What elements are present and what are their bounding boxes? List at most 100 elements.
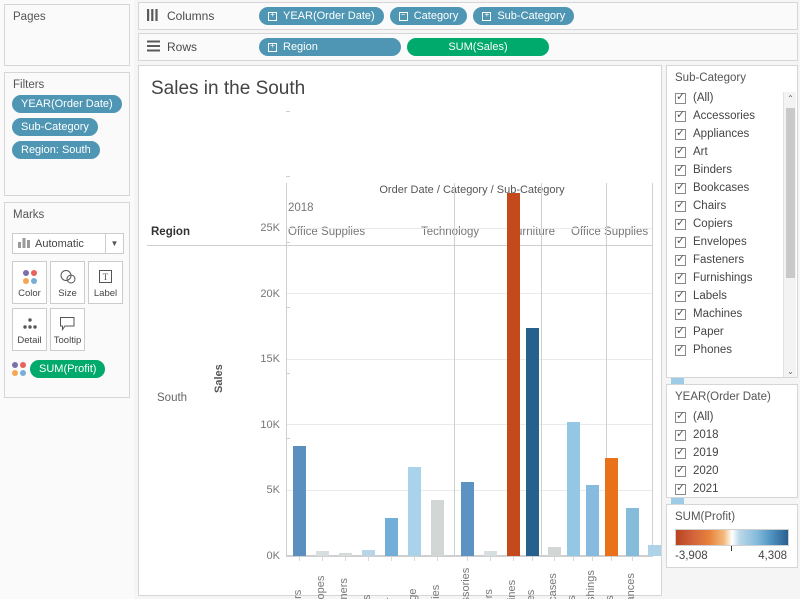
checkbox-label: Machines	[693, 308, 742, 320]
checkbox-row-all[interactable]: (All)	[667, 89, 797, 107]
checkbox-row-appliances[interactable]: Appliances	[667, 125, 797, 143]
marks-type-dropdown[interactable]: Automatic ▼	[12, 233, 124, 254]
bar-art-2019[interactable]	[648, 545, 661, 556]
checkbox-icon[interactable]	[675, 147, 686, 158]
detail-dots-icon	[21, 314, 39, 334]
checkbox-icon[interactable]	[675, 255, 686, 266]
checkbox-icon[interactable]	[675, 412, 686, 423]
region-column-header: Region	[151, 226, 190, 238]
marks-color-button[interactable]: Color	[12, 261, 47, 304]
checkbox-icon[interactable]	[675, 345, 686, 356]
visualization-pane: Sales in the South Order Date / Category…	[138, 65, 662, 596]
checkbox-row-binders[interactable]: Binders	[667, 161, 797, 179]
checkbox-icon[interactable]	[675, 466, 686, 477]
checkbox-row-chairs[interactable]: Chairs	[667, 197, 797, 215]
filter-pill-subcategory[interactable]: Sub-Category	[12, 118, 98, 136]
chevron-down-icon[interactable]: ▼	[105, 234, 123, 253]
bar-paper-2018[interactable]	[385, 518, 398, 556]
checkbox-icon[interactable]	[675, 183, 686, 194]
checkbox-row-bookcases[interactable]: Bookcases	[667, 179, 797, 197]
filter-pill-year[interactable]: YEAR(Order Date)	[12, 95, 122, 113]
column-pill-sub-category[interactable]: +Sub-Category	[473, 7, 574, 25]
row-pill-region[interactable]: +Region	[259, 38, 401, 56]
checkbox-row-year-2019[interactable]: 2019	[667, 444, 797, 462]
scroll-up-icon[interactable]: ⌃	[784, 92, 797, 105]
profit-color-gradient[interactable]	[675, 529, 789, 546]
bar-furnishings-2018[interactable]	[586, 485, 599, 556]
checkbox-label: 2019	[693, 447, 719, 459]
checkbox-label: Envelopes	[693, 236, 747, 248]
gridline-20k	[286, 293, 653, 294]
checkbox-row-furnishings[interactable]: Furnishings	[667, 269, 797, 287]
marks-pill-sum-profit[interactable]: SUM(Profit)	[30, 360, 105, 378]
checkbox-row-year-2021[interactable]: 2021	[667, 480, 797, 498]
checkbox-row-accessories[interactable]: Accessories	[667, 107, 797, 125]
y-tick-25k: 25K	[260, 222, 280, 234]
checkbox-label: Copiers	[693, 218, 733, 230]
y-axis-tick-labels: 0K 5K 10K 15K 20K 25K	[222, 183, 280, 563]
checkbox-label: (All)	[693, 92, 713, 104]
y-tickmark	[286, 111, 290, 112]
checkbox-icon[interactable]	[675, 201, 686, 212]
checkbox-row-year-2018[interactable]: 2018	[667, 426, 797, 444]
bar-appliances-2019[interactable]	[626, 508, 639, 556]
marks-tooltip-button[interactable]: Tooltip	[50, 308, 85, 351]
checkbox-icon[interactable]	[675, 237, 686, 248]
bar-chairs-2018[interactable]	[567, 422, 580, 556]
bar-machines-2018[interactable]	[507, 193, 520, 556]
column-pill-category[interactable]: −Category	[390, 7, 468, 25]
checkbox-icon[interactable]	[675, 484, 686, 495]
checkbox-icon[interactable]	[675, 129, 686, 140]
checkbox-icon[interactable]	[675, 219, 686, 230]
checkbox-icon[interactable]	[675, 309, 686, 320]
checkbox-row-phones[interactable]: Phones	[667, 341, 797, 359]
bar-storage-2018[interactable]	[408, 467, 421, 556]
bar-accessories-2018[interactable]	[461, 482, 474, 556]
checkbox-row-fasteners[interactable]: Fasteners	[667, 251, 797, 269]
checkbox-row-year-2020[interactable]: 2020	[667, 462, 797, 480]
marks-size-button[interactable]: Size	[50, 261, 85, 304]
checkbox-label: Phones	[693, 344, 732, 356]
subcategory-scrollbar-thumb[interactable]	[786, 108, 795, 278]
marks-label-button[interactable]: T Label	[88, 261, 123, 304]
scroll-down-icon[interactable]: ⌄	[784, 365, 797, 378]
expand-plus-icon[interactable]: +	[268, 43, 277, 52]
bar-tables-2018[interactable]	[605, 458, 618, 556]
checkbox-icon[interactable]	[675, 111, 686, 122]
bar-binders-2018[interactable]	[293, 446, 306, 556]
checkbox-icon[interactable]	[675, 273, 686, 284]
checkbox-icon[interactable]	[675, 327, 686, 338]
expand-plus-icon[interactable]: +	[268, 12, 277, 21]
checkbox-row-machines[interactable]: Machines	[667, 305, 797, 323]
checkbox-icon[interactable]	[675, 291, 686, 302]
region-row-label[interactable]: South	[157, 392, 187, 404]
bar-bookcases-2018[interactable]	[548, 547, 561, 556]
bar-phones-2018[interactable]	[526, 328, 539, 556]
checkbox-row-year-all[interactable]: (All)	[667, 408, 797, 426]
row-pill-sum-sales[interactable]: SUM(Sales)	[407, 38, 549, 56]
checkbox-icon[interactable]	[675, 93, 686, 104]
checkbox-icon[interactable]	[675, 430, 686, 441]
bar-supplies-2018[interactable]	[431, 500, 444, 556]
column-pill-year-order-date[interactable]: +YEAR(Order Date)	[259, 7, 384, 25]
checkbox-row-paper[interactable]: Paper	[667, 323, 797, 341]
rows-shelf[interactable]: Rows +Region SUM(Sales)	[138, 33, 798, 61]
rows-icon	[147, 40, 160, 55]
color-dots-icon	[23, 267, 37, 287]
collapse-minus-icon[interactable]: −	[399, 12, 408, 21]
pages-title: Pages	[5, 5, 129, 27]
checkbox-icon[interactable]	[675, 448, 686, 459]
expand-plus-icon[interactable]: +	[482, 12, 491, 21]
panel-divider	[652, 183, 653, 556]
subcategory-scrollbar[interactable]: ⌃ ⌄	[783, 92, 796, 378]
columns-shelf[interactable]: Columns +YEAR(Order Date) −Category +Sub…	[138, 2, 798, 30]
checkbox-row-labels[interactable]: Labels	[667, 287, 797, 305]
marks-detail-label: Detail	[17, 335, 41, 346]
subcategory-checkbox-list[interactable]: (All) Accessories Appliances Art Binders…	[667, 89, 797, 372]
checkbox-row-envelopes[interactable]: Envelopes	[667, 233, 797, 251]
checkbox-icon[interactable]	[675, 165, 686, 176]
marks-detail-button[interactable]: Detail	[12, 308, 47, 351]
checkbox-row-art[interactable]: Art	[667, 143, 797, 161]
filter-pill-region[interactable]: Region: South	[12, 141, 100, 159]
checkbox-row-copiers[interactable]: Copiers	[667, 215, 797, 233]
